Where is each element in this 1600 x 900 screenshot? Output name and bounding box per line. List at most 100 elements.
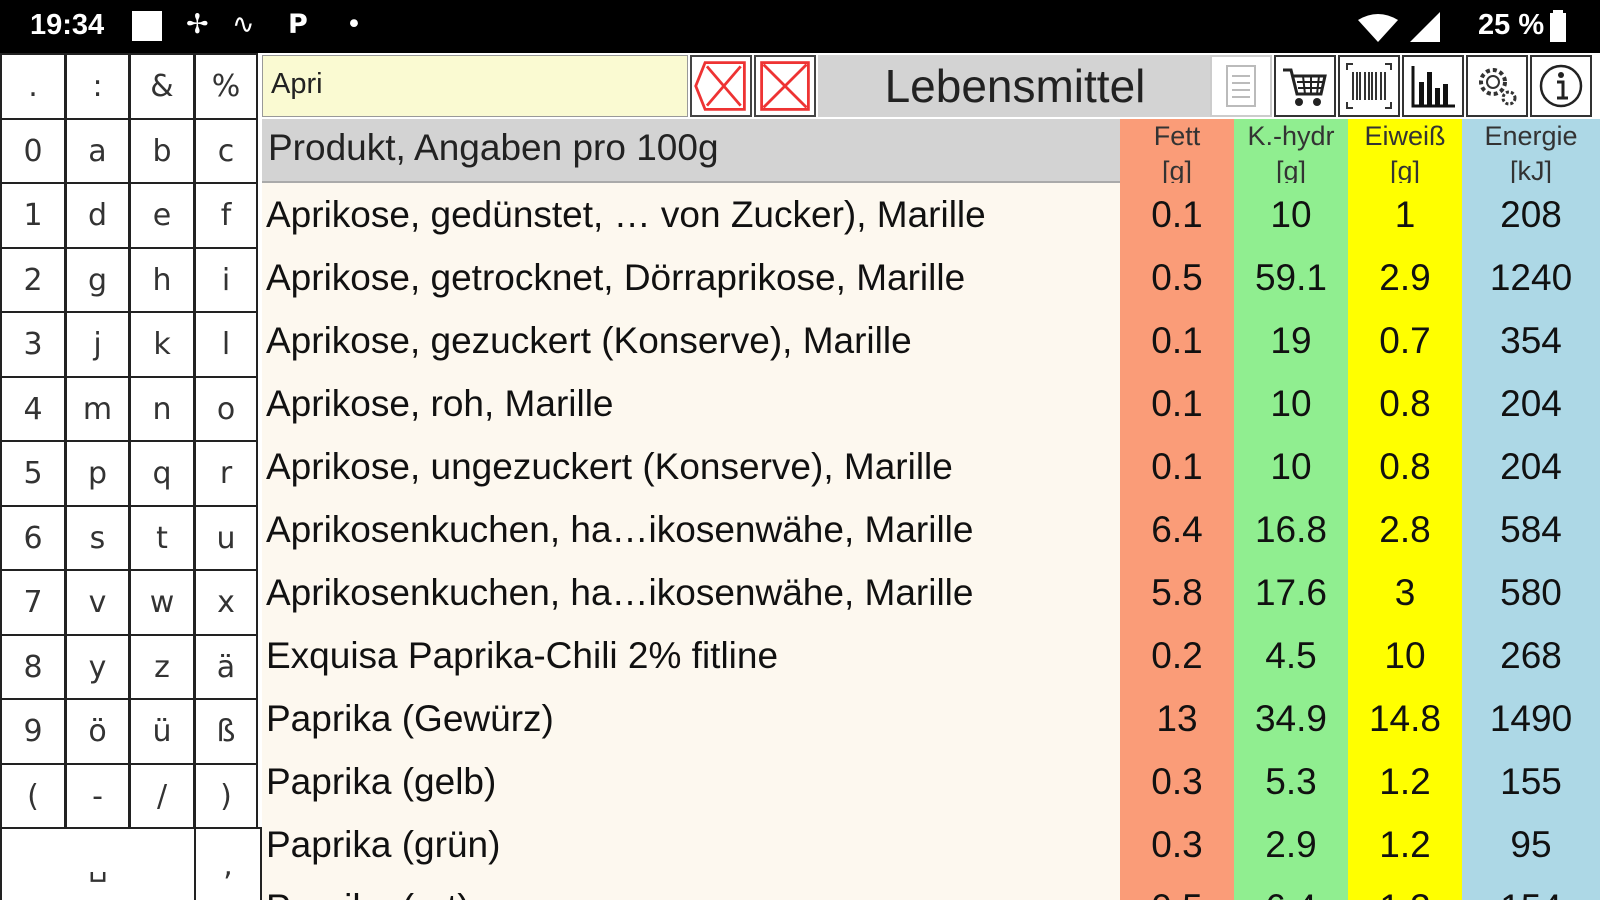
key[interactable]: / <box>129 763 195 830</box>
product-column-header[interactable]: Produkt, Angaben pro 100g <box>262 119 1120 183</box>
key[interactable]: e <box>129 182 195 249</box>
table-row[interactable]: Paprika (grün) <box>266 813 500 876</box>
key[interactable]: : <box>65 53 130 120</box>
table-row[interactable]: Aprikose, getrocknet, Dörraprikose, Mari… <box>266 246 965 309</box>
table-cell[interactable]: 95 <box>1462 813 1600 876</box>
comma-key[interactable]: , <box>194 827 262 900</box>
table-cell[interactable]: 0.8 <box>1348 372 1462 435</box>
table-cell[interactable]: 1490 <box>1462 687 1600 750</box>
table-row[interactable]: Aprikose, gezuckert (Konserve), Marille <box>266 309 912 372</box>
key[interactable]: t <box>129 505 195 572</box>
key[interactable]: k <box>129 311 195 378</box>
table-cell[interactable]: 0.1 <box>1120 183 1234 246</box>
table-row[interactable]: Aprikosenkuchen, ha…ikosenwähe, Marille <box>266 498 973 561</box>
key[interactable]: x <box>194 569 258 636</box>
table-cell[interactable]: 0.1 <box>1120 372 1234 435</box>
table-row[interactable]: Paprika (Gewürz) <box>266 687 554 750</box>
clear-last-button[interactable] <box>690 55 752 117</box>
table-cell[interactable]: 154 <box>1462 876 1600 900</box>
key[interactable]: ß <box>194 698 258 765</box>
key[interactable]: 2 <box>0 247 66 314</box>
table-cell[interactable]: 0.1 <box>1120 435 1234 498</box>
table-cell[interactable]: 19 <box>1234 309 1348 372</box>
table-row[interactable]: Aprikose, ungezuckert (Konserve), Marill… <box>266 435 953 498</box>
table-cell[interactable]: 0.3 <box>1120 813 1234 876</box>
table-cell[interactable]: 6.4 <box>1234 876 1348 900</box>
table-cell[interactable]: 0.3 <box>1120 750 1234 813</box>
table-cell[interactable]: 6.4 <box>1120 498 1234 561</box>
key[interactable]: c <box>194 118 258 185</box>
space-key[interactable]: ␣ <box>0 827 196 900</box>
table-cell[interactable]: 10 <box>1234 372 1348 435</box>
key[interactable]: 0 <box>0 118 66 185</box>
key[interactable]: ü <box>129 698 195 765</box>
key[interactable]: r <box>194 440 258 507</box>
key[interactable]: s <box>65 505 130 572</box>
table-cell[interactable]: 0.5 <box>1120 876 1234 900</box>
key[interactable]: 7 <box>0 569 66 636</box>
table-cell[interactable]: 580 <box>1462 561 1600 624</box>
column-header[interactable]: K.-hydr [g] <box>1234 119 1348 183</box>
column-header[interactable]: Eiweiß [g] <box>1348 119 1462 183</box>
key[interactable]: . <box>0 53 66 120</box>
table-cell[interactable]: 268 <box>1462 624 1600 687</box>
column-header[interactable]: Energie [kJ] <box>1462 119 1600 183</box>
key[interactable]: a <box>65 118 130 185</box>
key[interactable]: p <box>65 440 130 507</box>
table-cell[interactable]: 10 <box>1234 183 1348 246</box>
table-cell[interactable]: 0.2 <box>1120 624 1234 687</box>
clear-all-button[interactable] <box>754 55 816 117</box>
key[interactable]: h <box>129 247 195 314</box>
key[interactable]: 8 <box>0 634 66 701</box>
table-row[interactable]: Aprikose, gedünstet, … von Zucker), Mari… <box>266 183 986 246</box>
table-cell[interactable]: 17.6 <box>1234 561 1348 624</box>
key[interactable]: 1 <box>0 182 66 249</box>
table-cell[interactable]: 155 <box>1462 750 1600 813</box>
key[interactable]: i <box>194 247 258 314</box>
table-row[interactable]: Aprikose, roh, Marille <box>266 372 614 435</box>
key[interactable]: g <box>65 247 130 314</box>
key[interactable]: y <box>65 634 130 701</box>
key[interactable]: l <box>194 311 258 378</box>
key[interactable]: m <box>65 376 130 443</box>
key[interactable]: ( <box>0 763 66 830</box>
table-row[interactable]: Paprika (gelb) <box>266 750 496 813</box>
key[interactable]: z <box>129 634 195 701</box>
table-cell[interactable]: 59.1 <box>1234 246 1348 309</box>
table-cell[interactable]: 2.9 <box>1348 246 1462 309</box>
table-cell[interactable]: 5.3 <box>1234 750 1348 813</box>
table-row[interactable]: Aprikosenkuchen, ha…ikosenwähe, Marille <box>266 561 973 624</box>
table-cell[interactable]: 1.2 <box>1348 750 1462 813</box>
table-row[interactable]: Exquisa Paprika-Chili 2% fitline <box>266 624 778 687</box>
table-cell[interactable]: 0.1 <box>1120 309 1234 372</box>
table-cell[interactable]: 3 <box>1348 561 1462 624</box>
table-cell[interactable]: 16.8 <box>1234 498 1348 561</box>
table-cell[interactable]: 10 <box>1234 435 1348 498</box>
key[interactable]: ö <box>65 698 130 765</box>
key[interactable]: - <box>65 763 130 830</box>
table-cell[interactable]: 5.8 <box>1120 561 1234 624</box>
key[interactable]: f <box>194 182 258 249</box>
key[interactable]: j <box>65 311 130 378</box>
key[interactable]: 3 <box>0 311 66 378</box>
key[interactable]: b <box>129 118 195 185</box>
key[interactable]: 5 <box>0 440 66 507</box>
table-cell[interactable]: 204 <box>1462 435 1600 498</box>
key[interactable]: u <box>194 505 258 572</box>
list-button[interactable] <box>1210 55 1272 117</box>
table-cell[interactable]: 204 <box>1462 372 1600 435</box>
table-cell[interactable]: 0.7 <box>1348 309 1462 372</box>
key[interactable]: % <box>194 53 258 120</box>
key[interactable]: v <box>65 569 130 636</box>
cart-button[interactable] <box>1274 55 1336 117</box>
info-button[interactable] <box>1530 55 1592 117</box>
key[interactable]: 9 <box>0 698 66 765</box>
table-cell[interactable]: 1.2 <box>1348 813 1462 876</box>
settings-button[interactable] <box>1466 55 1528 117</box>
key[interactable]: n <box>129 376 195 443</box>
table-row[interactable]: Paprika (rot) <box>266 876 470 900</box>
key[interactable]: q <box>129 440 195 507</box>
key[interactable]: 6 <box>0 505 66 572</box>
table-cell[interactable]: 1.3 <box>1348 876 1462 900</box>
table-cell[interactable]: 584 <box>1462 498 1600 561</box>
